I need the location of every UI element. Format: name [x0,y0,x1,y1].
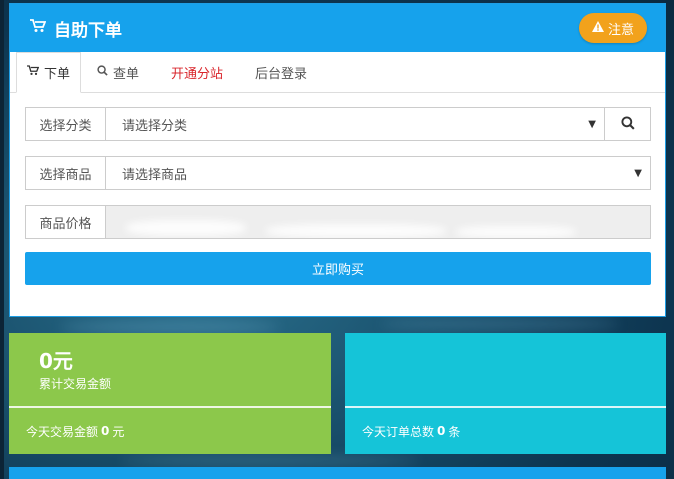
cart-icon [30,18,47,38]
caret-down-icon: ▼ [634,167,642,179]
price-row: 商品价格 [25,205,651,239]
product-row: 选择商品 请选择商品 ▼ [25,156,651,190]
window-edge [0,0,4,479]
category-label: 选择分类 [25,107,106,141]
buy-now-button[interactable]: 立即购买 [25,252,651,285]
product-value: 请选择商品 [122,167,188,183]
product-select[interactable]: 请选择商品 ▼ [106,156,651,190]
caret-down-icon: ▼ [588,118,596,130]
notice-button[interactable]: 注意 [578,13,647,43]
panel-title-text: 自助下单 [54,20,122,41]
tab-admin-login[interactable]: 后台登录 [239,52,323,92]
obscured-area [456,226,576,238]
product-label: 选择商品 [25,156,106,190]
today-orders-unit: 条 [448,424,461,439]
total-amount-card: 0元 累计交易金额 今天交易金额 0 元 [9,333,331,454]
today-orders-value: 0 [437,424,446,438]
tab-label: 下单 [44,67,71,82]
price-field [106,205,651,239]
tab-order[interactable]: 下单 [16,52,82,93]
today-amount: 今天交易金额 0 元 [9,408,331,454]
today-amount-prefix: 今天交易金额 [26,424,99,439]
today-orders-prefix: 今天订单总数 [362,424,435,439]
obscured-area [266,224,446,238]
today-orders: 今天订单总数 0 条 [345,408,666,454]
search-icon [620,115,635,134]
tab-bar: 下单 查单 开通分站 后台登录 [10,52,665,93]
tab-label: 开通分站 [171,66,224,82]
tab-query[interactable]: 查单 [81,52,155,92]
today-orders-card: 今天订单总数 0 条 [345,333,666,454]
tab-label: 查单 [113,66,140,82]
background-glow [120,456,420,466]
tab-label: 后台登录 [255,66,308,82]
total-amount-label: 累计交易金额 [39,377,112,391]
category-select[interactable]: 请选择分类 ▼ [106,107,605,141]
today-amount-unit: 元 [112,424,125,439]
category-row: 选择分类 请选择分类 ▼ [25,107,651,141]
warning-icon [591,20,604,36]
search-icon [97,64,108,80]
order-panel: 自助下单 注意 下单 查单 开通分站 后台登录 选择分类 请选择分类 ▼ 选择商… [9,3,666,317]
order-form: 选择分类 请选择分类 ▼ 选择商品 请选择商品 ▼ 商品价格 立即购买 [10,93,665,285]
background-glow [380,318,620,330]
total-amount-value: 0元 [39,349,73,373]
bottom-panel [9,467,666,479]
obscured-area [126,220,246,236]
price-label: 商品价格 [25,205,106,239]
panel-header: 自助下单 注意 [10,4,665,52]
today-amount-value: 0 [101,424,110,438]
search-category-button[interactable] [605,107,651,141]
tab-open-substation[interactable]: 开通分站 [155,52,239,92]
cart-icon [27,65,40,80]
card-top: 0元 累计交易金额 [9,333,331,406]
category-value: 请选择分类 [122,118,188,134]
notice-label: 注意 [607,22,634,38]
card-top [345,333,666,406]
panel-title: 自助下单 [30,16,122,41]
background-glow [60,320,280,334]
